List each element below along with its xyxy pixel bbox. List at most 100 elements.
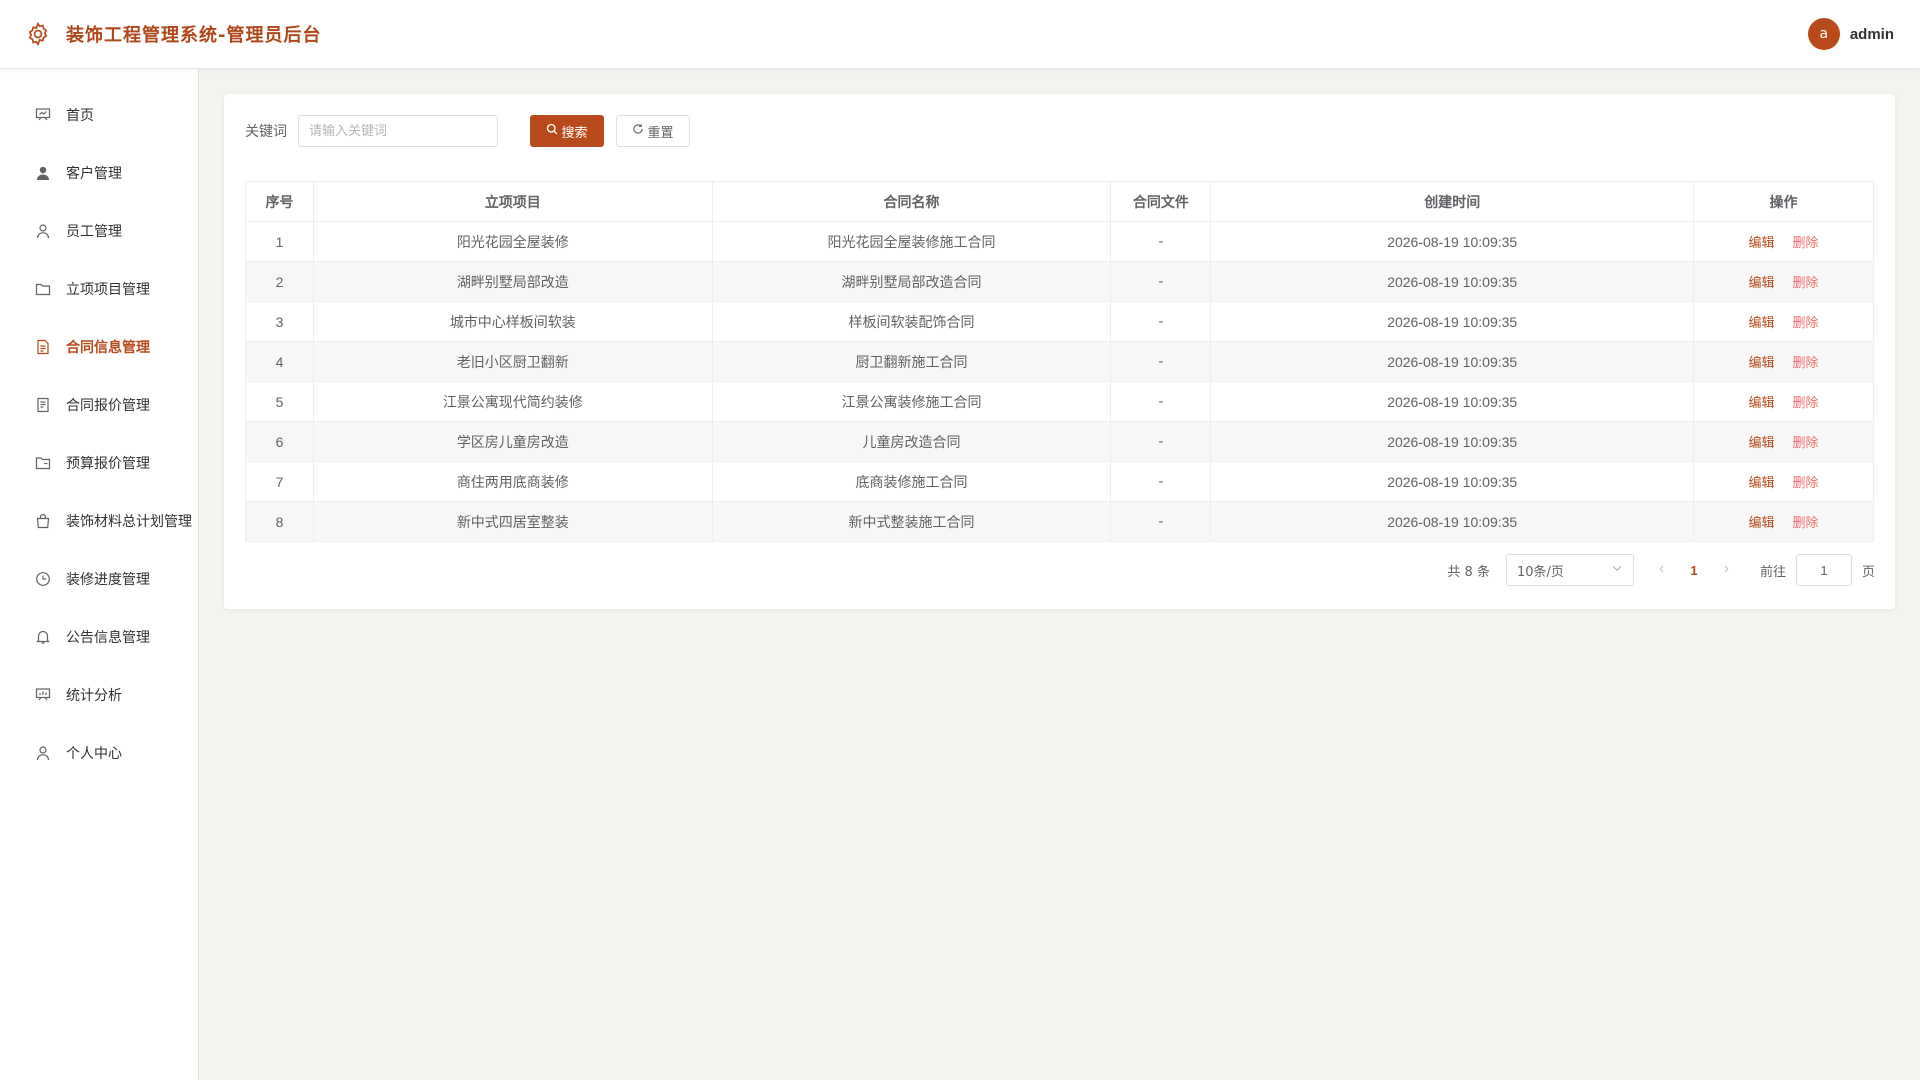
edit-button[interactable]: 编辑: [1749, 432, 1775, 451]
row-contract: 厨卫翻新施工合同: [712, 341, 1112, 382]
row-actions: 编辑 删除: [1693, 341, 1874, 382]
gear-icon: [24, 20, 52, 48]
page-suffix: 页: [1861, 564, 1875, 580]
table-row: 5 江景公寓现代简约装修 江景公寓装修施工合同 -2026-08-19 10:09:3…: [245, 381, 1874, 422]
col-header-contract: 合同名称: [712, 181, 1112, 222]
delete-button[interactable]: 删除: [1793, 352, 1819, 371]
reset-button-label: 重置: [647, 125, 674, 141]
sidebar-item-label: 合同报价管理: [66, 398, 150, 414]
row-file: -: [1110, 221, 1212, 262]
sidebar: 首页客户管理员工管理立项项目管理 合同信息管理 合同报价管理 预算报价管理装饰材料总计…: [0, 69, 199, 1080]
delete-button[interactable]: 删除: [1793, 512, 1819, 531]
page-number-current[interactable]: 1: [1678, 563, 1710, 578]
row-index: 4: [245, 341, 314, 382]
col-header-actions: 操作: [1693, 181, 1874, 222]
sidebar-item-label: 客户管理: [66, 166, 122, 182]
folder-icon: [34, 280, 52, 298]
row-file: -: [1110, 341, 1212, 382]
edit-button[interactable]: 编辑: [1749, 272, 1775, 291]
user-menu[interactable]: a admin: [1807, 18, 1894, 50]
row-index: 5: [245, 381, 314, 422]
table-row: 2 湖畔别墅局部改造 湖畔别墅局部改造合同 -2026-08-19 10:09:35 编…: [245, 261, 1874, 302]
row-created: 2026-08-19 10:09:35: [1210, 341, 1695, 382]
row-actions: 编辑 删除: [1693, 301, 1874, 342]
prev-page-button[interactable]: [1646, 563, 1678, 578]
sidebar-item-label: 立项项目管理: [66, 282, 150, 298]
row-project: 新中式四居室整装: [313, 501, 713, 542]
data-board-icon: [34, 686, 52, 704]
edit-button[interactable]: 编辑: [1749, 512, 1775, 531]
row-created: 2026-08-19 10:09:35: [1210, 221, 1695, 262]
row-contract: 新中式整装施工合同: [712, 501, 1112, 542]
sidebar-item-8[interactable]: 装修进度管理: [0, 550, 198, 608]
edit-button[interactable]: 编辑: [1749, 392, 1775, 411]
username[interactable]: admin: [1850, 26, 1894, 43]
user-icon: [34, 222, 52, 240]
delete-button[interactable]: 删除: [1793, 392, 1819, 411]
edit-button[interactable]: 编辑: [1749, 312, 1775, 331]
delete-button[interactable]: 删除: [1793, 312, 1819, 331]
bell-icon: [34, 628, 52, 646]
row-index: 2: [245, 261, 314, 302]
avatar[interactable]: a: [1807, 18, 1840, 50]
table-row: 6 学区房儿童房改造 儿童房改造合同 -2026-08-19 10:09:35 编辑 删除: [245, 421, 1874, 462]
sidebar-item-9[interactable]: 公告信息管理: [0, 608, 198, 666]
table-row: 1 阳光花园全屋装修 阳光花园全屋装修施工合同 -2026-08-19 10:09:3…: [245, 221, 1874, 262]
sidebar-item-11[interactable]: 个人中心: [0, 724, 198, 782]
sidebar-item-6[interactable]: 预算报价管理: [0, 434, 198, 492]
row-file: -: [1110, 261, 1212, 302]
goto-page-input[interactable]: [1795, 554, 1852, 586]
col-header-created: 创建时间: [1210, 181, 1695, 222]
shopping-bag-icon: [34, 512, 52, 530]
row-project: 老旧小区厨卫翻新: [313, 341, 713, 382]
row-actions: 编辑 删除: [1693, 421, 1874, 462]
edit-button[interactable]: 编辑: [1749, 472, 1775, 491]
pagination-total: 共 8 条: [1447, 564, 1490, 580]
search-button-label: 搜索: [561, 125, 588, 141]
sidebar-item-1[interactable]: 客户管理: [0, 144, 198, 202]
row-project: 阳光花园全屋装修: [313, 221, 713, 262]
sidebar-item-label: 公告信息管理: [66, 630, 150, 646]
table-row: 3 城市中心样板间软装 样板间软装配饰合同 -2026-08-19 10:09:35 编…: [245, 301, 1874, 342]
sidebar-item-label: 装修进度管理: [66, 572, 150, 588]
table-header-row: 序号 立项项目 合同名称 合同文件 创建时间 操作: [245, 181, 1874, 222]
sidebar-item-0[interactable]: 首页: [0, 86, 198, 144]
app-title: 装饰工程管理系统-管理员后台: [66, 25, 322, 46]
refresh-icon: [632, 123, 644, 139]
row-index: 3: [245, 301, 314, 342]
keyword-label: 关键词: [245, 124, 287, 140]
delete-button[interactable]: 删除: [1793, 432, 1819, 451]
row-created: 2026-08-19 10:09:35: [1210, 421, 1695, 462]
row-created: 2026-08-19 10:09:35: [1210, 461, 1695, 502]
sidebar-item-3[interactable]: 立项项目管理: [0, 260, 198, 318]
delete-button[interactable]: 删除: [1793, 232, 1819, 251]
user-filled-icon: [34, 164, 52, 182]
row-contract: 样板间软装配饰合同: [712, 301, 1112, 342]
clock-icon: [34, 570, 52, 588]
row-project: 城市中心样板间软装: [313, 301, 713, 342]
delete-button[interactable]: 删除: [1793, 272, 1819, 291]
sidebar-item-2[interactable]: 员工管理: [0, 202, 198, 260]
row-index: 7: [245, 461, 314, 502]
sidebar-item-label: 首页: [66, 108, 94, 124]
page-size-select[interactable]: 10条/页: [1505, 554, 1634, 586]
sidebar-item-label: 个人中心: [66, 746, 122, 762]
sidebar-item-7[interactable]: 装饰材料总计划管理: [0, 492, 198, 550]
edit-button[interactable]: 编辑: [1749, 232, 1775, 251]
reset-button[interactable]: 重置: [616, 115, 690, 147]
sidebar-item-5[interactable]: 合同报价管理: [0, 376, 198, 434]
sidebar-item-label: 预算报价管理: [66, 456, 150, 472]
sidebar-item-4[interactable]: 合同信息管理: [0, 318, 198, 376]
next-page-button[interactable]: [1710, 563, 1742, 578]
search-button[interactable]: 搜索: [530, 115, 604, 147]
keyword-input[interactable]: [298, 115, 498, 147]
row-contract: 底商装修施工合同: [712, 461, 1112, 502]
sidebar-item-10[interactable]: 统计分析: [0, 666, 198, 724]
row-file: -: [1110, 421, 1212, 462]
delete-button[interactable]: 删除: [1793, 472, 1819, 491]
tickets-icon: [34, 396, 52, 414]
edit-button[interactable]: 编辑: [1749, 352, 1775, 371]
brand: 装饰工程管理系统-管理员后台: [24, 20, 321, 48]
sidebar-item-label: 合同信息管理: [66, 340, 150, 356]
col-header-project: 立项项目: [313, 181, 713, 222]
